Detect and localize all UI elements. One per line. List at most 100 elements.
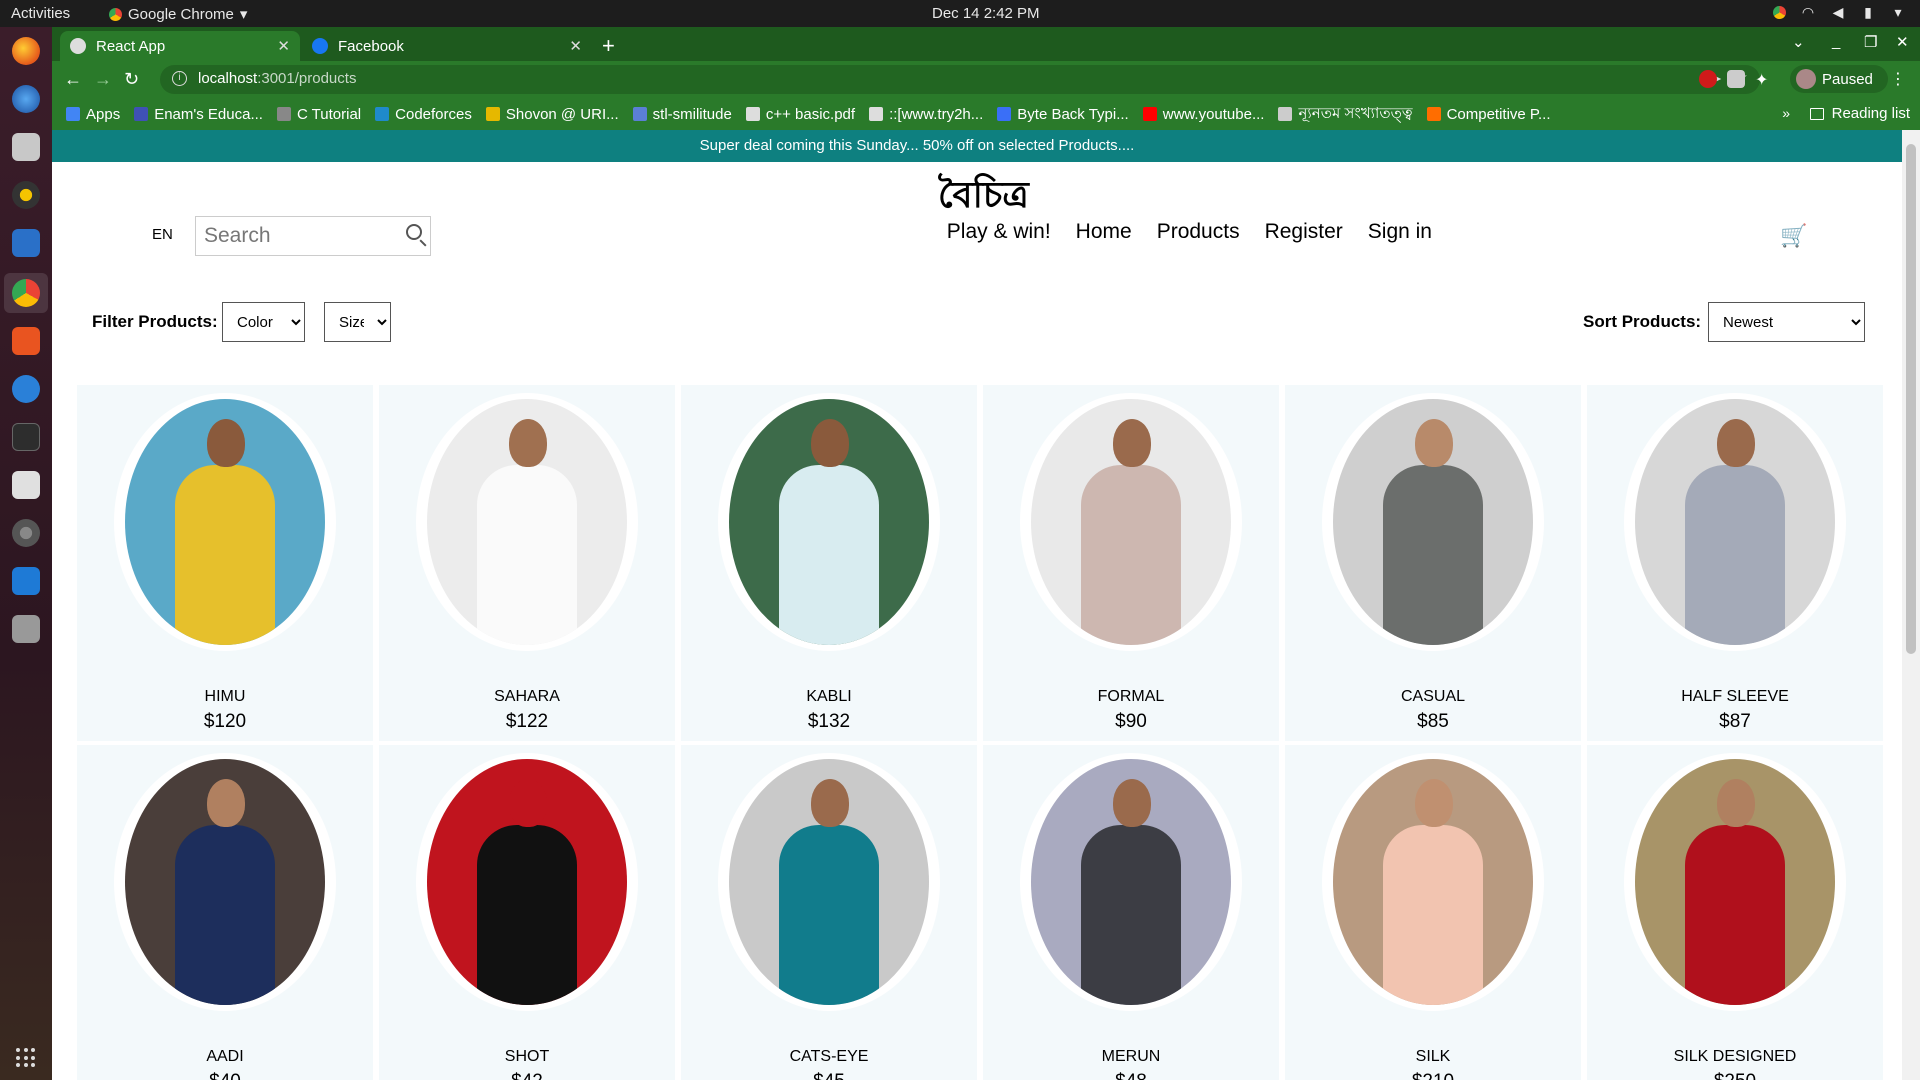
scrollbar[interactable] [1902, 130, 1920, 1080]
product-card[interactable]: SAHARA $122 [379, 385, 675, 741]
back-button[interactable]: ← [64, 69, 82, 90]
help-icon[interactable] [12, 375, 40, 403]
tab-search-icon[interactable]: ⌄ [1792, 33, 1805, 51]
product-image[interactable] [427, 759, 627, 1005]
more-menu-icon[interactable]: ⋮ [1890, 69, 1906, 89]
bookmark-item[interactable]: Enam's Educa... [134, 102, 263, 127]
cart-icon[interactable]: 🛒 [1780, 223, 1807, 249]
product-image[interactable] [125, 399, 325, 645]
bookmark-item[interactable]: Codeforces [375, 102, 472, 127]
product-card[interactable]: FORMAL $90 [983, 385, 1279, 741]
files-icon[interactable] [12, 133, 40, 161]
product-card[interactable]: CASUAL $85 [1285, 385, 1581, 741]
close-icon[interactable]: ✕ [569, 37, 582, 55]
address-bar[interactable]: i localhost:3001/products ➤ ☆ [160, 65, 1760, 94]
bookmark-item[interactable]: Byte Back Typi... [997, 102, 1129, 127]
info-icon[interactable]: i [172, 71, 187, 86]
extension-icon[interactable] [1699, 70, 1717, 88]
product-name: KABLI [806, 688, 852, 705]
close-window-button[interactable]: ✕ [1896, 33, 1909, 51]
product-image[interactable] [729, 399, 929, 645]
maximize-button[interactable]: ❐ [1864, 33, 1877, 51]
bookmark-label: ::[www.try2h... [889, 105, 984, 123]
search-input[interactable] [196, 217, 396, 254]
scrollbar-thumb[interactable] [1906, 144, 1916, 654]
more-bookmarks-icon[interactable]: » [1782, 105, 1790, 121]
url-text[interactable]: localhost:3001/products [198, 70, 356, 87]
reading-list-button[interactable]: Reading list [1809, 105, 1910, 122]
bookmark-item[interactable]: www.youtube... [1142, 102, 1264, 127]
size-select[interactable]: Size [324, 302, 391, 342]
bookmark-item[interactable]: c++ basic.pdf [745, 102, 855, 127]
product-card[interactable]: CATS-EYE $45 [681, 745, 977, 1080]
profile-button[interactable]: Paused [1790, 65, 1888, 93]
main-nav: Play & win! Home Products Register Sign … [947, 220, 1432, 244]
product-card[interactable]: SILK DESIGNED $250 [1587, 745, 1883, 1080]
clock[interactable]: Dec 14 2:42 PM [932, 5, 1040, 22]
product-card[interactable]: MERUN $48 [983, 745, 1279, 1080]
thunderbird-icon[interactable] [12, 85, 40, 113]
bookmark-label: Enam's Educa... [154, 105, 263, 123]
bookmark-item[interactable]: Shovon @ URI... [485, 102, 619, 127]
product-card[interactable]: SHOT $42 [379, 745, 675, 1080]
product-name: CATS-EYE [789, 1048, 869, 1065]
product-image[interactable] [1333, 399, 1533, 645]
firefox-icon[interactable] [12, 37, 40, 65]
writer-icon[interactable] [12, 229, 40, 257]
product-image[interactable] [427, 399, 627, 645]
minimize-button[interactable]: _ [1832, 33, 1840, 50]
product-image[interactable] [125, 759, 325, 1005]
color-select[interactable]: Color [222, 302, 305, 342]
disc-icon[interactable] [12, 615, 40, 643]
app-menu[interactable]: Google Chrome ▾ [109, 5, 247, 23]
bookmark-item[interactable]: ন্যূনতম সংখ্যাতত্ত্ব [1278, 102, 1413, 127]
bookmark-item[interactable]: C Tutorial [276, 102, 361, 127]
product-image[interactable] [1635, 759, 1835, 1005]
chrome-icon[interactable] [12, 279, 40, 307]
site-logo[interactable]: বৈচিত্র [938, 168, 1029, 228]
nav-sign-in[interactable]: Sign in [1368, 220, 1432, 244]
product-card[interactable]: HALF SLEEVE $87 [1587, 385, 1883, 741]
profile-status: Paused [1822, 70, 1873, 88]
forward-button[interactable]: → [94, 69, 112, 90]
show-applications-icon[interactable] [16, 1048, 36, 1068]
tab-facebook[interactable]: Facebook ✕ [302, 31, 592, 61]
extension-icon[interactable] [1727, 70, 1745, 88]
new-tab-button[interactable]: + [602, 33, 615, 59]
product-image[interactable] [1333, 759, 1533, 1005]
nav-play-win[interactable]: Play & win! [947, 220, 1051, 244]
language-label[interactable]: EN [152, 226, 173, 243]
software-center-icon[interactable] [12, 327, 40, 355]
product-image[interactable] [1031, 759, 1231, 1005]
search-icon[interactable] [406, 224, 422, 240]
product-image[interactable] [1635, 399, 1835, 645]
puzzle-extensions-icon[interactable]: ✦ [1755, 70, 1773, 89]
product-card[interactable]: SILK $210 [1285, 745, 1581, 1080]
bookmark-favicon-icon [276, 107, 291, 121]
nav-products[interactable]: Products [1157, 220, 1240, 244]
bookmark-item[interactable]: ::[www.try2h... [869, 102, 983, 127]
bookmark-favicon-icon [632, 107, 647, 121]
product-image[interactable] [729, 759, 929, 1005]
settings-icon[interactable] [12, 519, 40, 547]
vscode-icon[interactable] [12, 567, 40, 595]
nav-home[interactable]: Home [1076, 220, 1132, 244]
tab-react-app[interactable]: React App ✕ [60, 31, 300, 61]
bookmark-item[interactable]: stl-smilitude [632, 102, 732, 127]
bookmark-item[interactable]: Apps [66, 102, 120, 127]
rhythmbox-icon[interactable] [12, 181, 40, 209]
nav-register[interactable]: Register [1265, 220, 1343, 244]
document-viewer-icon[interactable] [12, 471, 40, 499]
product-card[interactable]: HIMU $120 [77, 385, 373, 741]
sort-select[interactable]: Newest [1708, 302, 1865, 342]
product-card[interactable]: KABLI $132 [681, 385, 977, 741]
activities-button[interactable]: Activities [11, 5, 70, 22]
product-card[interactable]: AADI $40 [77, 745, 373, 1080]
terminal-icon[interactable] [12, 423, 40, 451]
system-tray[interactable]: ◠ ◀ ▮ ▾ [1773, 4, 1906, 20]
bookmark-item[interactable]: Competitive P... [1426, 102, 1551, 127]
bookmarks-bar: Apps Enam's Educa... C Tutorial Codeforces S… [52, 98, 1920, 130]
close-icon[interactable]: ✕ [277, 37, 290, 55]
product-image[interactable] [1031, 399, 1231, 645]
reload-button[interactable]: ↻ [124, 69, 139, 90]
